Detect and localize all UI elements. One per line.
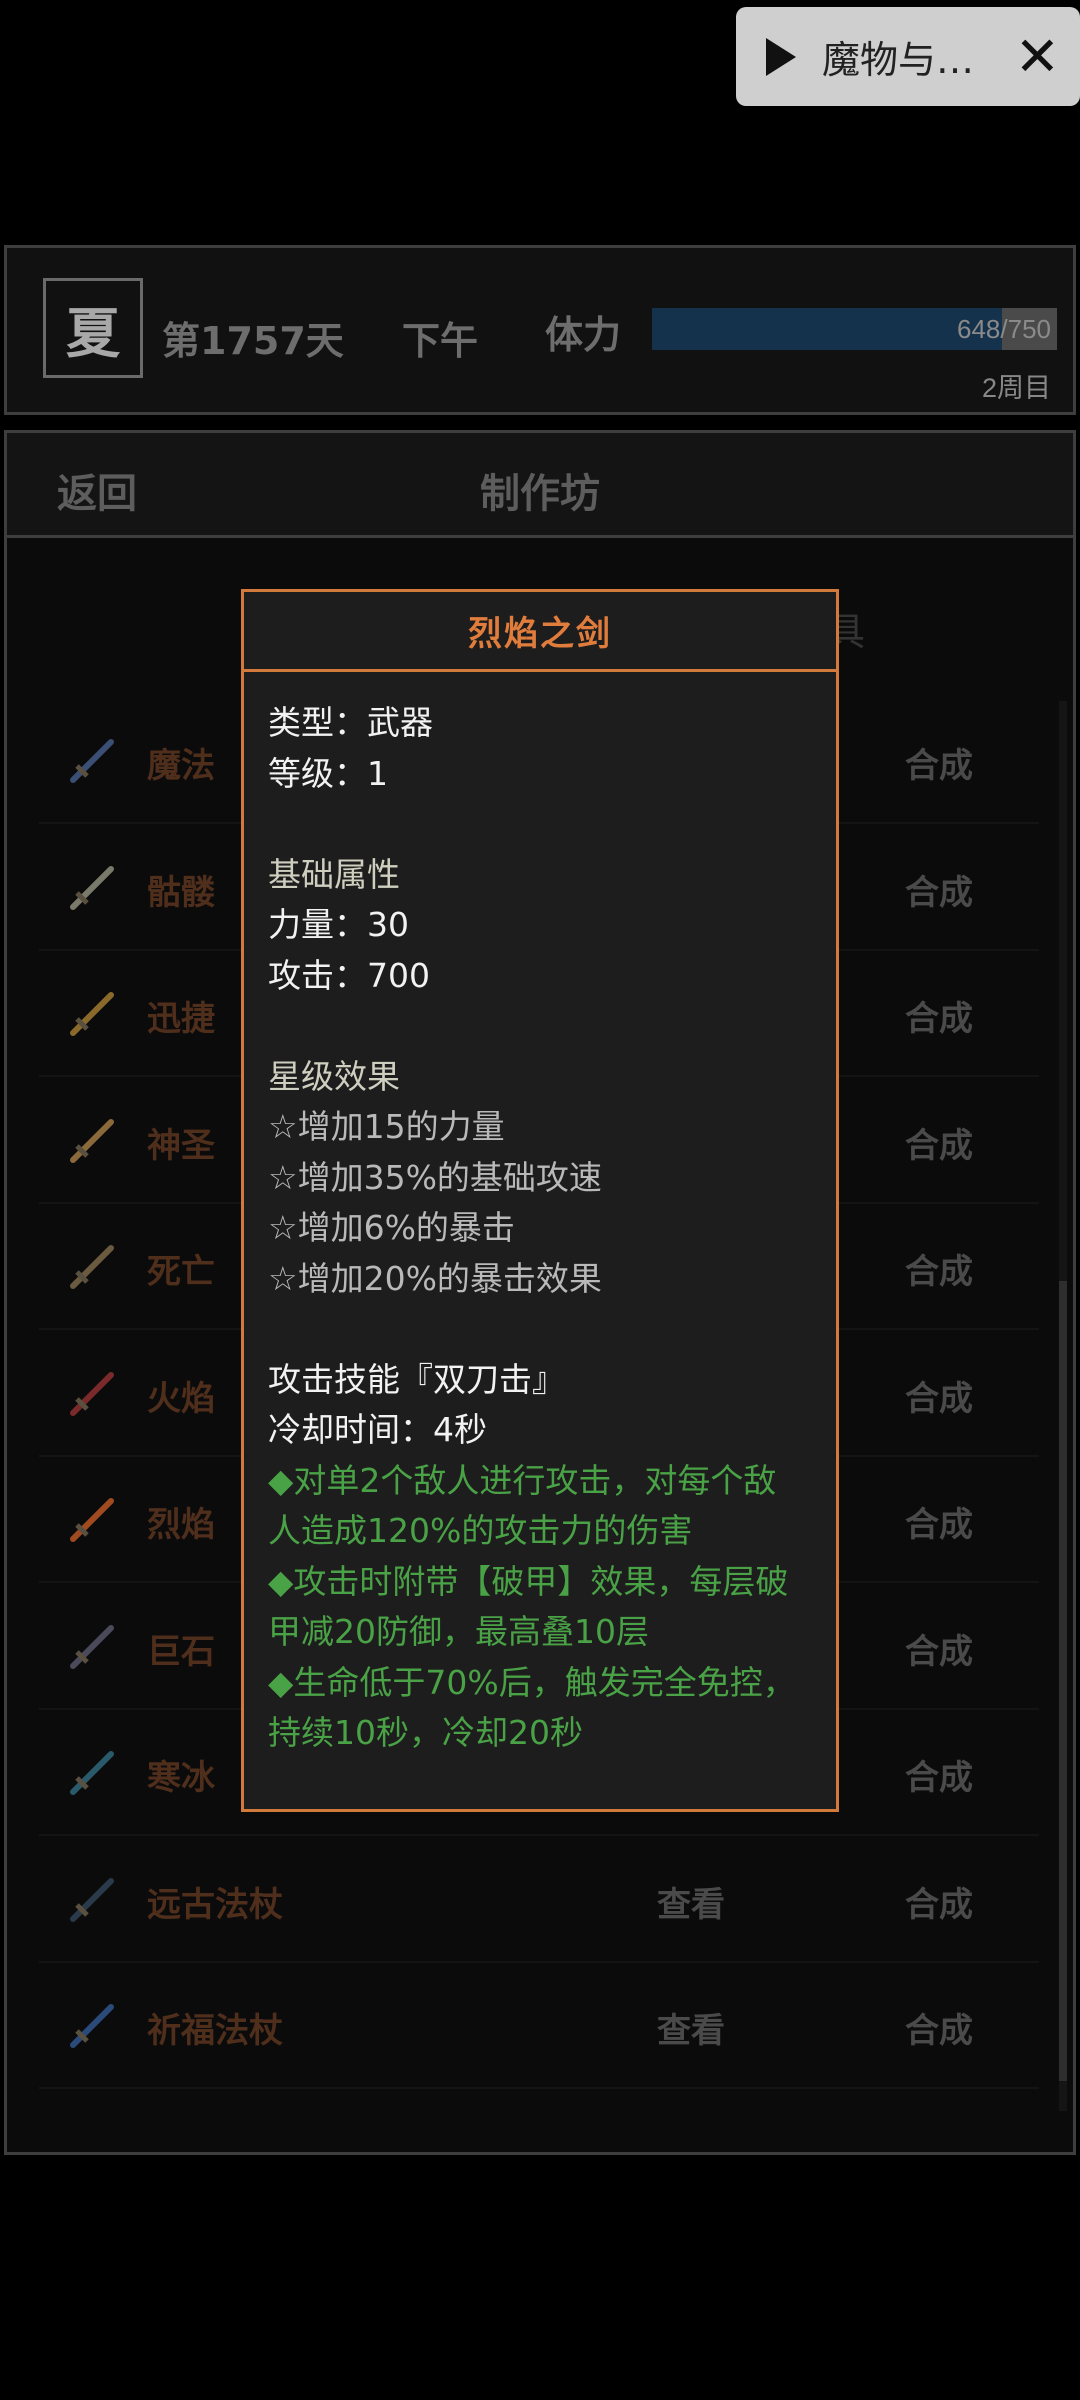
- tooltip-line: 人造成120%的攻击力的伤害: [268, 1511, 693, 1550]
- status-header: 夏 第1757天 下午 体力 648/750 2周目: [4, 245, 1076, 415]
- craft-button[interactable]: 合成: [905, 1118, 973, 1167]
- tooltip-title: 烈焰之剑: [244, 592, 836, 672]
- craft-button[interactable]: 合成: [905, 2003, 973, 2052]
- scrollbar[interactable]: [1059, 701, 1067, 2111]
- tooltip-line: 攻击技能『双刀击』: [268, 1359, 565, 1399]
- tooltip-line: ◆攻击时附带【破甲】效果，每层破: [268, 1561, 789, 1601]
- play-icon[interactable]: [766, 37, 796, 76]
- recipe-name: 巨石: [147, 1631, 215, 1672]
- blaze-sword-icon: [65, 1491, 121, 1547]
- tooltip-line: 甲减20防御，最高叠10层: [268, 1612, 649, 1651]
- view-button[interactable]: 查看: [657, 2003, 725, 2052]
- swift-dagger-icon: [65, 985, 121, 1041]
- tooltip-line: 力量：30: [268, 905, 409, 944]
- blessing-staff-icon: [65, 1997, 121, 2053]
- overlay-title: 魔物与…: [822, 38, 975, 82]
- craft-button[interactable]: 合成: [905, 991, 973, 1040]
- tooltip-line: 星级效果: [268, 1056, 400, 1096]
- tooltip-line: ☆增加15的力量: [268, 1107, 505, 1146]
- stamina-value: 648/750: [957, 314, 1051, 344]
- tooltip-body: 类型：武器等级：1 基础属性力量：30 攻击：700 星级效果 ☆增加15的力量 ☆增加3…: [244, 672, 836, 1759]
- stamina-bar: 648/750: [652, 308, 1057, 350]
- recipe-name: 烈焰: [147, 1505, 215, 1545]
- tooltip-spacer: [268, 1304, 836, 1355]
- recipe-name: 远古法杖: [147, 1884, 283, 1925]
- craft-button[interactable]: 合成: [905, 738, 973, 787]
- craft-button[interactable]: 合成: [905, 1497, 973, 1546]
- season-badge: 夏: [43, 278, 143, 378]
- death-scythe-icon: [65, 1238, 121, 1294]
- craft-button[interactable]: 合成: [905, 1244, 973, 1293]
- tooltip-line: ☆增加20%的暴击效果: [268, 1258, 602, 1298]
- recipe-name: 死亡: [147, 1252, 215, 1292]
- tooltip-spacer: [268, 799, 836, 850]
- close-icon[interactable]: ✕: [1015, 29, 1060, 84]
- boulder-axe-icon: [65, 1618, 121, 1674]
- view-button[interactable]: 查看: [657, 1877, 725, 1926]
- tooltip-line: 类型：武器: [268, 703, 433, 742]
- cycle-label: 2周目: [981, 373, 1051, 403]
- tooltip-line: 冷却时间：4秒: [268, 1410, 487, 1449]
- recipe-name: 神圣: [147, 1125, 215, 1166]
- time-of-day: 下午: [402, 319, 479, 363]
- day-counter: 第1757天: [162, 319, 344, 363]
- craft-button[interactable]: 合成: [905, 1750, 973, 1799]
- tooltip-line: 攻击：700: [268, 955, 430, 995]
- item-tooltip: 烈焰之剑 类型：武器等级：1 基础属性力量：30 攻击：700 星级效果 ☆增加15的力…: [241, 589, 839, 1812]
- magic-sword-icon: [65, 732, 121, 788]
- craft-button[interactable]: 合成: [905, 865, 973, 914]
- tooltip-line: 持续10秒，冷却20秒: [268, 1713, 583, 1752]
- recipe-name: 祈福法杖: [147, 2011, 283, 2051]
- ancient-staff-icon: [65, 1871, 121, 1927]
- tooltip-line: 等级：1: [268, 753, 388, 793]
- tooltip-spacer: [268, 1001, 836, 1052]
- flame-axe-icon: [65, 1365, 121, 1421]
- list-item[interactable]: 远古法杖 查看 合成: [39, 1837, 1039, 1963]
- tooltip-line: ☆增加6%的暴击: [268, 1208, 515, 1247]
- recipe-name: 火焰: [147, 1378, 215, 1419]
- panel-topbar: 返回 制作坊: [7, 433, 1073, 538]
- tooltip-line: ◆对单2个敌人进行攻击，对每个敌: [268, 1460, 777, 1500]
- craft-button[interactable]: 合成: [905, 1371, 973, 1420]
- scrollbar-thumb[interactable]: [1059, 1281, 1067, 2081]
- holy-hammer-icon: [65, 1112, 121, 1168]
- craft-button[interactable]: 合成: [905, 1624, 973, 1673]
- tooltip-line: ◆生命低于70%后，触发完全免控，: [268, 1662, 796, 1702]
- craft-button[interactable]: 合成: [905, 1877, 973, 1926]
- page-title: 制作坊: [480, 471, 600, 517]
- recipe-name: 魔法: [147, 746, 215, 786]
- stamina-fill: [652, 308, 1002, 350]
- tooltip-line: 基础属性: [268, 854, 400, 894]
- recipe-name: 骷髅: [147, 872, 215, 913]
- skull-sword-icon: [65, 859, 121, 915]
- media-overlay-pill[interactable]: 魔物与… ✕: [736, 7, 1080, 106]
- recipe-name: 寒冰: [147, 1758, 215, 1798]
- tooltip-line: ☆增加35%的基础攻速: [268, 1157, 602, 1197]
- list-item[interactable]: 祈福法杖 查看 合成: [39, 1963, 1039, 2089]
- recipe-name: 迅捷: [147, 999, 215, 1039]
- stamina-label: 体力: [545, 313, 622, 357]
- ice-bow-icon: [65, 1744, 121, 1800]
